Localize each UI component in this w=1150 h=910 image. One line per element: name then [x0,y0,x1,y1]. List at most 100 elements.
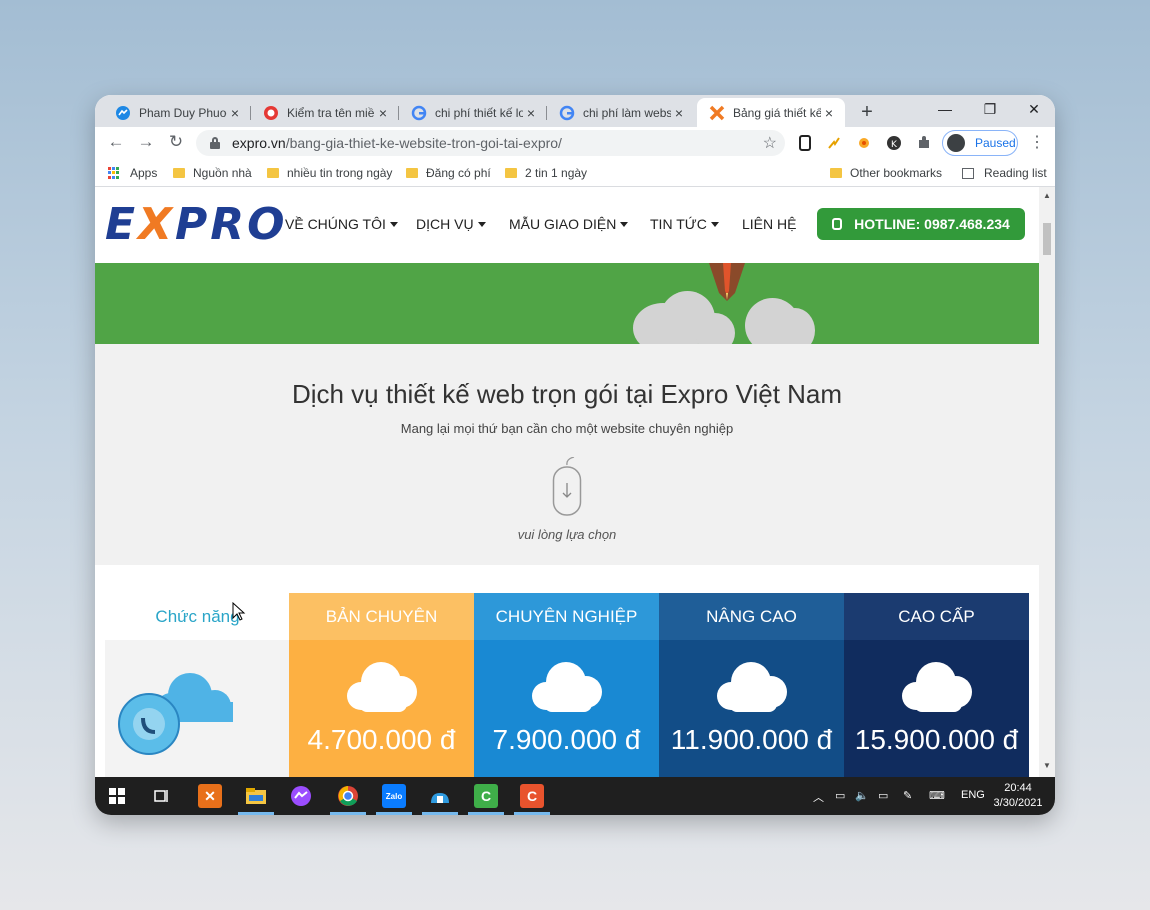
plan-professional[interactable]: CHUYÊN NGHIỆP 7.900.000 đ [474,593,659,777]
plan-premium[interactable]: CAO CẤP 15.900.000 đ [844,593,1029,777]
bookmark-folder[interactable]: Nguồn nhà [173,166,252,180]
windows-start-icon[interactable] [105,784,129,808]
task-view-icon[interactable] [150,784,174,808]
active-indicator [376,812,412,815]
expro-logo[interactable]: EXPRO [105,199,288,250]
volume-icon[interactable]: 🔈 [855,789,869,802]
pen-icon[interactable]: ✎ [903,789,912,802]
bookmark-folder[interactable]: Đăng có phí [406,166,491,180]
reload-button[interactable]: ↻ [166,132,186,152]
bookmark-folder[interactable]: nhiều tin trong ngày [267,166,392,180]
plan-body: 7.900.000 đ [474,640,659,777]
extension-sun-icon[interactable] [856,135,872,151]
plan-advanced[interactable]: NÂNG CAO 11.900.000 đ [659,593,844,777]
camtasia-green-icon[interactable]: C [474,784,498,808]
scroll-down-arrow-icon[interactable]: ▼ [1043,761,1051,770]
close-icon[interactable]: × [671,105,687,121]
plan-price: 7.900.000 đ [492,724,641,755]
close-icon[interactable]: × [375,105,391,121]
expro-icon [709,105,725,121]
close-icon[interactable]: × [523,105,539,121]
mouse-cursor-icon [232,602,246,621]
camtasia-orange-icon[interactable]: C [520,784,544,808]
hotline-label: HOTLINE: 0987.468.234 [854,216,1010,232]
keyboard-icon[interactable]: ⌨ [929,789,945,802]
network-icon[interactable]: ▭ [835,789,845,802]
close-icon[interactable]: × [227,105,243,121]
nav-label: DỊCH VỤ [416,216,474,232]
cloud-icon [717,662,787,712]
language-indicator[interactable]: ENG [961,789,985,801]
nav-services[interactable]: DỊCH VỤ [416,216,486,232]
forward-button[interactable]: → [136,132,156,152]
tab-google-2[interactable]: chi phí làm websi × [547,98,695,127]
plan-basic[interactable]: BẢN CHUYÊN 4.700.000 đ [289,593,474,777]
close-icon[interactable]: × [821,105,837,121]
google-icon [559,105,575,121]
lock-icon [832,218,843,230]
tab-expro-active[interactable]: Bảng giá thiết kế × [697,98,845,127]
network-drive-icon[interactable] [428,784,452,808]
caret-down-icon [477,221,486,227]
more-menu-icon[interactable]: ⋮ [1029,132,1045,152]
tab-google-1[interactable]: chi phí thiết kế lo × [399,98,547,127]
nav-news[interactable]: TIN TỨC [650,216,719,232]
messenger-icon[interactable] [289,784,313,808]
hotline-button[interactable]: HOTLINE: 0987.468.234 [817,208,1025,240]
tab-messenger[interactable]: Pham Duy Phuoc × [103,98,251,127]
web-page: EXPRO VỀ CHÚNG TÔI DỊCH VỤ MẪU GIAO DIỆN… [95,187,1039,777]
scroll-thumb[interactable] [1043,223,1051,255]
tab-domain-check[interactable]: Kiểm tra tên miền × [251,98,399,127]
extensions-puzzle-icon[interactable] [916,135,932,151]
xampp-icon[interactable]: ✕ [198,784,222,808]
bookmark-reading-list[interactable]: Reading list [962,166,1047,180]
maximize-button[interactable]: ❐ [980,101,1000,118]
minimize-button[interactable]: — [935,101,955,117]
nav-about[interactable]: VỀ CHÚNG TÔI [285,216,398,232]
profile-status: Paused [975,136,1016,150]
plan-price: 11.900.000 đ [670,724,833,755]
close-window-button[interactable]: ✕ [1024,101,1044,118]
zalo-icon[interactable]: Zalo [382,784,406,808]
scroll-caption: vui lòng lựa chọn [517,527,617,542]
bookmarks-bar: Apps Nguồn nhà nhiều tin trong ngày Đăng… [95,159,1055,187]
url-path: /bang-gia-thiet-ke-website-tron-goi-tai-… [285,135,562,151]
pricing-table: Chức năng BẢN CHUYÊN 4.700.000 đ CHUYÊN … [95,565,1039,777]
back-button[interactable]: ← [106,132,126,152]
battery-icon[interactable]: ▭ [878,789,888,802]
chrome-icon[interactable] [336,784,360,808]
bookmark-apps[interactable]: Apps [108,166,157,180]
scroll-mouse-icon[interactable] [552,457,582,517]
active-indicator [514,812,550,815]
bookmark-other[interactable]: Other bookmarks [830,166,942,180]
caret-down-icon [710,221,719,227]
nav-label: VỀ CHÚNG TÔI [285,216,386,232]
messenger-icon [115,105,131,121]
nav-templates[interactable]: MẪU GIAO DIỆN [509,216,629,232]
bookmark-star-icon[interactable]: ☆ [763,133,777,153]
avatar [947,134,965,152]
taskbar-clock[interactable]: 20:44 3/30/2021 [988,781,1048,811]
plan-price: 15.900.000 đ [854,724,1019,755]
extension-k-icon[interactable]: K [886,135,902,151]
active-indicator [330,812,366,815]
extension-lightning-icon[interactable] [826,135,842,151]
active-indicator [468,812,504,815]
page-scrollbar[interactable]: ▲ ▼ [1039,187,1055,777]
tray-chevron-up-icon[interactable]: ︿ [813,789,824,805]
new-tab-button[interactable]: + [857,101,877,124]
scroll-up-arrow-icon[interactable]: ▲ [1043,191,1051,200]
nav-label: LIÊN HỆ [742,216,797,232]
plan-price: 4.700.000 đ [307,724,456,755]
tab-title: Bảng giá thiết kế [733,105,821,120]
file-explorer-icon[interactable] [244,784,268,808]
nav-contact[interactable]: LIÊN HỆ [742,216,796,232]
profile-button[interactable]: Paused [942,130,1018,156]
address-bar[interactable]: expro.vn/bang-gia-thiet-ke-website-tron-… [196,130,785,156]
caret-down-icon [389,221,398,227]
bookmark-folder[interactable]: 2 tin 1 ngày [505,166,587,180]
tab-title: Pham Duy Phuoc [139,105,227,120]
bookmark-label: Apps [130,166,158,180]
plan-name: CHUYÊN NGHIỆP [474,593,659,640]
extension-phone-icon[interactable] [797,135,813,151]
